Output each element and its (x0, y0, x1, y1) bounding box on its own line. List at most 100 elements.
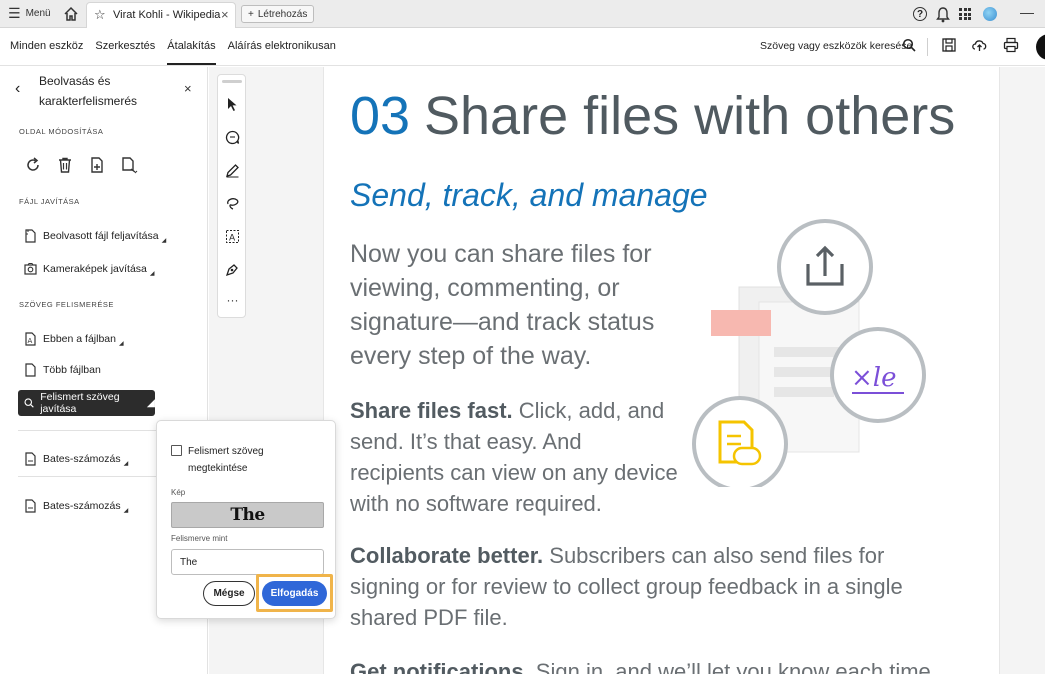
nav-edit[interactable]: Szerkesztés (95, 40, 155, 52)
menu-button[interactable]: ☰ Menü (8, 5, 51, 21)
checkbox-label: Felismert szöveg megtekintése (188, 446, 264, 474)
corner-triangle-icon: ◢ (146, 397, 155, 409)
paragraph-notifications-bold: Get notifications. (350, 659, 530, 674)
nav-sign[interactable]: Aláírás elektronikusan (228, 40, 336, 52)
image-preview: The (171, 502, 324, 528)
search-tools-label[interactable]: Szöveg vagy eszközök keresése (760, 40, 912, 52)
tool-row: Minden eszköz Szerkesztés Átalakítás Alá… (0, 28, 1045, 66)
drag-handle[interactable] (222, 80, 242, 83)
paragraph-notifications: Get notifications. Sign in, and we’ll le… (350, 656, 990, 674)
nav-all-tools[interactable]: Minden eszköz (10, 40, 83, 52)
fix-recognized-text-label: Felismert szöveg javítása (40, 391, 120, 415)
pen-icon[interactable] (225, 163, 240, 178)
enhance-scan-item[interactable]: Beolvasott fájl feljavítása ◢ (24, 227, 166, 244)
title-bar: ☰ Menü ☆ Virat Kohli - Wikipedia × + Lét… (0, 0, 1045, 28)
multiple-files-icon (25, 363, 36, 377)
image-preview-text: The (230, 505, 265, 525)
ocr-this-file-label: Ebben a fájlban (43, 332, 116, 345)
more-tools-icon[interactable]: ··· (225, 294, 240, 310)
accept-button[interactable]: Elfogadás (262, 581, 327, 606)
fix-recognized-text-item[interactable]: Felismert szöveg javítása ◢ (18, 390, 155, 416)
show-recognized-text-checkbox[interactable] (171, 445, 182, 456)
new-tab-button[interactable]: + Létrehozás (241, 5, 315, 23)
ocr-this-file-item[interactable]: A Ebben a fájlban ◢ (24, 330, 124, 347)
paragraph-collaborate: Collaborate better. Subscribers can also… (350, 540, 910, 633)
bates-numbering-label-1: Bates-számozás (43, 452, 121, 465)
corner-triangle-icon: ◢ (123, 461, 129, 467)
help-icon[interactable]: ? (913, 7, 927, 21)
minimize-icon[interactable]: — (1020, 4, 1034, 22)
quick-tools-strip: A ··· (217, 74, 246, 318)
rotate-icon[interactable] (24, 156, 42, 174)
section-page-modify: OLDAL MÓDOSÍTÁSA (19, 127, 104, 136)
select-cursor-icon[interactable] (225, 97, 240, 112)
text-box-icon[interactable]: A (225, 229, 240, 244)
ocr-multiple-files-label: Több fájlban (43, 364, 101, 376)
pdf-page: 03 Share files with others Send, track, … (323, 67, 1000, 674)
camera-icon (24, 262, 37, 275)
share-illustration: ×le (692, 219, 926, 487)
close-panel-icon[interactable]: × (184, 81, 192, 96)
page-tools (24, 156, 138, 174)
bates-numbering-label-2: Bates-számozás (43, 499, 121, 512)
magnifier-text-icon (24, 398, 34, 408)
svg-text:A: A (28, 337, 33, 345)
recognized-as-label: Felismerve mint (171, 534, 228, 543)
comment-icon[interactable] (225, 130, 240, 145)
panel-title: Beolvasás és karakterfelismerés (39, 74, 138, 108)
home-icon[interactable] (62, 5, 80, 23)
print-icon[interactable] (1003, 37, 1019, 53)
tool-nav: Minden eszköz Szerkesztés Átalakítás Alá… (10, 40, 348, 65)
stamp-sign-icon[interactable] (225, 262, 240, 277)
back-arrow-icon[interactable]: ‹ (15, 80, 20, 98)
bates-numbering-item-1[interactable]: Bates-számozás ◢ (24, 450, 128, 467)
divider (927, 38, 928, 56)
ocr-multiple-files-item[interactable]: Több fájlban (24, 363, 101, 377)
corner-triangle-icon: ◢ (149, 271, 155, 277)
tab-title: Virat Kohli - Wikipedia (113, 9, 221, 21)
tab-document[interactable]: ☆ Virat Kohli - Wikipedia × (86, 2, 236, 28)
corner-triangle-icon: ◢ (118, 341, 124, 347)
bates-numbering-item-2[interactable]: Bates-számozás ◢ (24, 497, 128, 514)
nav-convert[interactable]: Átalakítás (167, 40, 216, 65)
camera-fix-label: Kameraképek javítása (43, 262, 147, 275)
upload-cloud-icon[interactable] (971, 37, 988, 53)
paragraph-collaborate-bold: Collaborate better. (350, 543, 544, 568)
insert-page-icon[interactable] (88, 156, 106, 174)
section-text-recognition: SZÖVEG FELISMERÉSE (19, 300, 114, 309)
lasso-draw-icon[interactable] (225, 196, 240, 211)
plus-icon: + (248, 8, 254, 20)
accept-button-highlight: Elfogadás (256, 574, 333, 612)
delete-icon[interactable] (56, 156, 74, 174)
image-label: Kép (171, 488, 186, 497)
menu-label: Menü (25, 7, 51, 19)
section-file-fix: FÁJL JAVÍTÁSA (19, 197, 80, 206)
heading-text: Share files with others (424, 86, 956, 146)
bates-page-icon (25, 498, 36, 513)
save-icon[interactable] (941, 37, 957, 53)
hamburger-icon: ☰ (8, 5, 21, 21)
subheading: Send, track, and manage (350, 177, 708, 213)
bell-icon[interactable] (936, 6, 950, 24)
svg-text:A: A (229, 234, 236, 244)
avatar[interactable] (983, 7, 997, 21)
new-tab-label: Létrehozás (257, 8, 308, 20)
extract-page-icon[interactable] (120, 156, 138, 174)
paragraph-notifications-text: Sign in, and we’ll let you know each tim… (529, 659, 931, 674)
text-page-icon: A (25, 331, 36, 346)
corner-triangle-icon: ◢ (161, 238, 167, 244)
recognized-text-popup: Felismert szöveg megtekintése Kép The Fe… (156, 420, 336, 619)
profile-button[interactable] (1036, 34, 1045, 60)
apps-grid-icon[interactable] (959, 8, 971, 20)
search-icon[interactable] (902, 38, 916, 52)
close-tab-icon[interactable]: × (221, 7, 229, 22)
paragraph-share-bold: Share files fast. (350, 398, 513, 423)
recognized-text-input[interactable]: The (171, 549, 324, 575)
scan-page-icon (25, 228, 36, 243)
enhance-scan-label: Beolvasott fájl feljavítása (43, 229, 159, 242)
bates-page-icon (25, 451, 36, 466)
star-icon[interactable]: ☆ (94, 7, 106, 23)
camera-fix-item[interactable]: Kameraképek javítása ◢ (24, 260, 155, 277)
corner-triangle-icon: ◢ (123, 508, 129, 514)
cancel-button[interactable]: Mégse (203, 581, 255, 606)
